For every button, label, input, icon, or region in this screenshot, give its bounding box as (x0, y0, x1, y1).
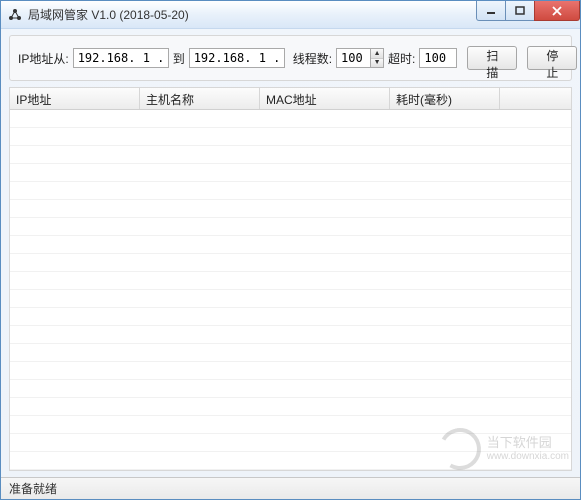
table-row (10, 362, 571, 380)
status-bar: 准备就绪 (1, 477, 580, 499)
table-header: IP地址 主机名称 MAC地址 耗时(毫秒) (10, 88, 571, 110)
table-row (10, 434, 571, 452)
table-row (10, 452, 571, 470)
spin-up-icon[interactable]: ▲ (371, 49, 383, 59)
timeout-input[interactable] (419, 48, 457, 68)
table-row (10, 128, 571, 146)
spin-down-icon[interactable]: ▼ (371, 59, 383, 68)
table-row (10, 200, 571, 218)
col-spacer (500, 88, 571, 109)
table-body[interactable] (10, 110, 571, 470)
table-row (10, 254, 571, 272)
col-latency[interactable]: 耗时(毫秒) (390, 88, 500, 109)
col-hostname[interactable]: 主机名称 (140, 88, 260, 109)
table-row (10, 218, 571, 236)
maximize-button[interactable] (505, 1, 535, 21)
ip-from-label: IP地址从: (18, 50, 69, 67)
close-button[interactable] (534, 1, 580, 21)
table-row (10, 326, 571, 344)
threads-spinner[interactable]: ▲ ▼ (336, 48, 384, 68)
table-row (10, 290, 571, 308)
table-row (10, 398, 571, 416)
status-text: 准备就绪 (9, 480, 57, 497)
table-row (10, 416, 571, 434)
window-title: 局域网管家 V1.0 (2018-05-20) (28, 6, 189, 23)
table-row (10, 272, 571, 290)
stop-button[interactable]: 停止 (527, 46, 577, 70)
threads-label: 线程数: (293, 50, 332, 67)
col-ip[interactable]: IP地址 (10, 88, 140, 109)
app-window: 局域网管家 V1.0 (2018-05-20) IP地址从: 到 线程数: ▲ … (0, 0, 581, 500)
table-row (10, 308, 571, 326)
table-row (10, 146, 571, 164)
threads-spin-buttons[interactable]: ▲ ▼ (370, 48, 384, 68)
table-row (10, 380, 571, 398)
ip-to-label: 到 (173, 50, 185, 67)
table-row (10, 182, 571, 200)
ip-from-input[interactable] (73, 48, 169, 68)
scan-button[interactable]: 扫描 (467, 46, 517, 70)
table-row (10, 344, 571, 362)
ip-to-input[interactable] (189, 48, 285, 68)
threads-input[interactable] (336, 48, 370, 68)
timeout-label: 超时: (388, 50, 415, 67)
minimize-button[interactable] (476, 1, 506, 21)
control-toolbar: IP地址从: 到 线程数: ▲ ▼ 超时: 扫描 停止 (9, 35, 572, 81)
titlebar: 局域网管家 V1.0 (2018-05-20) (1, 1, 580, 29)
table-row (10, 164, 571, 182)
window-controls (477, 1, 580, 21)
table-row (10, 236, 571, 254)
col-mac[interactable]: MAC地址 (260, 88, 390, 109)
table-row (10, 110, 571, 128)
results-table: IP地址 主机名称 MAC地址 耗时(毫秒) (9, 87, 572, 471)
app-icon (7, 7, 23, 23)
